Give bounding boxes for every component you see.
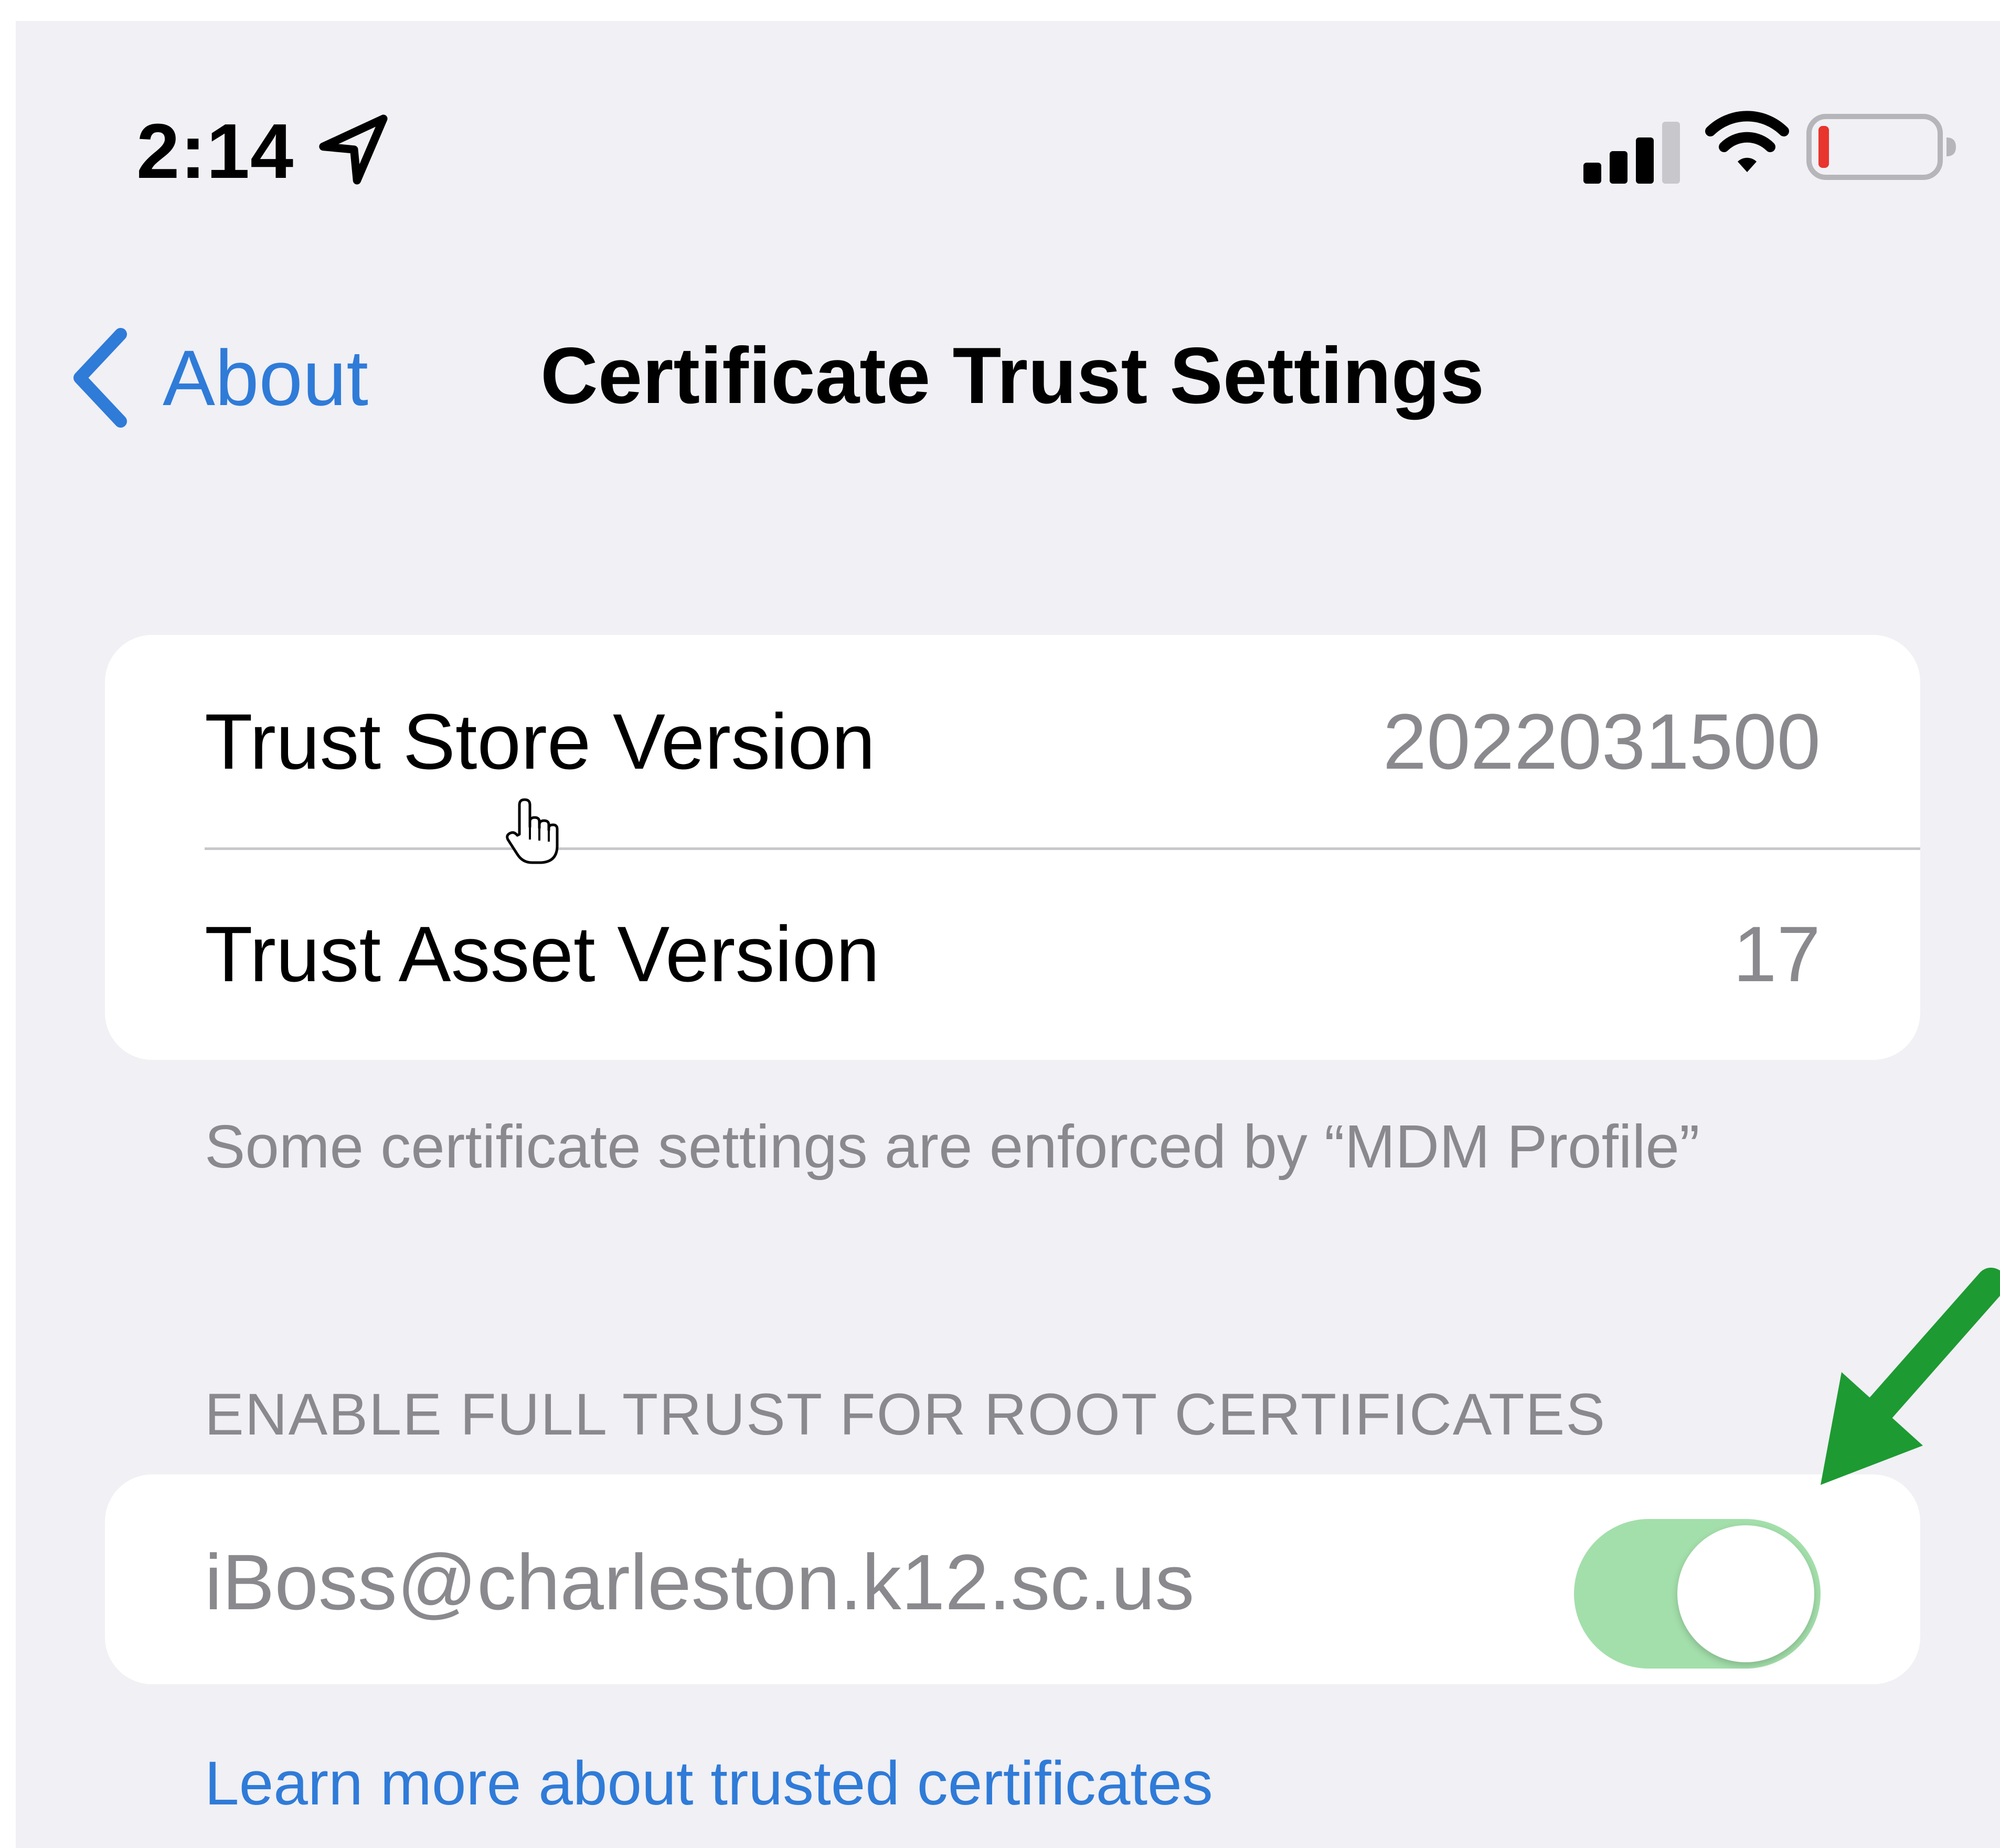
row-label: Trust Store Version (205, 697, 876, 785)
battery-icon (1806, 114, 1956, 180)
location-arrow-icon (319, 114, 388, 185)
cellular-signal-icon (1583, 122, 1680, 184)
certificate-group: iBoss@charleston.k12.sc.us (105, 1474, 1920, 1684)
back-label: About (163, 334, 368, 422)
page-title: Certificate Trust Settings (540, 331, 1485, 420)
status-time: 2:14 (136, 108, 294, 195)
learn-more-link[interactable]: Learn more about trusted certificates (205, 1753, 1213, 1814)
version-group: Trust Store Version 2022031500 Trust Ass… (105, 635, 1920, 1060)
wifi-icon (1705, 111, 1789, 172)
trust-asset-version-row: Trust Asset Version 17 (105, 847, 1920, 1060)
mdm-footnote: Some certificate settings are enforced b… (205, 1112, 1700, 1181)
hand-cursor-icon (506, 798, 559, 864)
full-trust-toggle[interactable] (1574, 1519, 1821, 1669)
row-value: 2022031500 (1382, 697, 1821, 785)
trust-store-version-row: Trust Store Version 2022031500 (105, 635, 1920, 847)
green-arrow-annotation (1821, 1268, 2000, 1485)
row-label: Trust Asset Version (205, 909, 880, 998)
certificate-name: iBoss@charleston.k12.sc.us (205, 1538, 1195, 1626)
chevron-left-icon (73, 328, 127, 428)
section-header: ENABLE FULL TRUST FOR ROOT CERTIFICATES (205, 1382, 1607, 1447)
settings-screen: 2:14 About Certificate Trust Settings Tr… (16, 21, 2000, 1848)
row-value: 17 (1733, 909, 1821, 998)
back-button[interactable]: About (68, 325, 368, 430)
toggle-knob (1677, 1525, 1814, 1662)
